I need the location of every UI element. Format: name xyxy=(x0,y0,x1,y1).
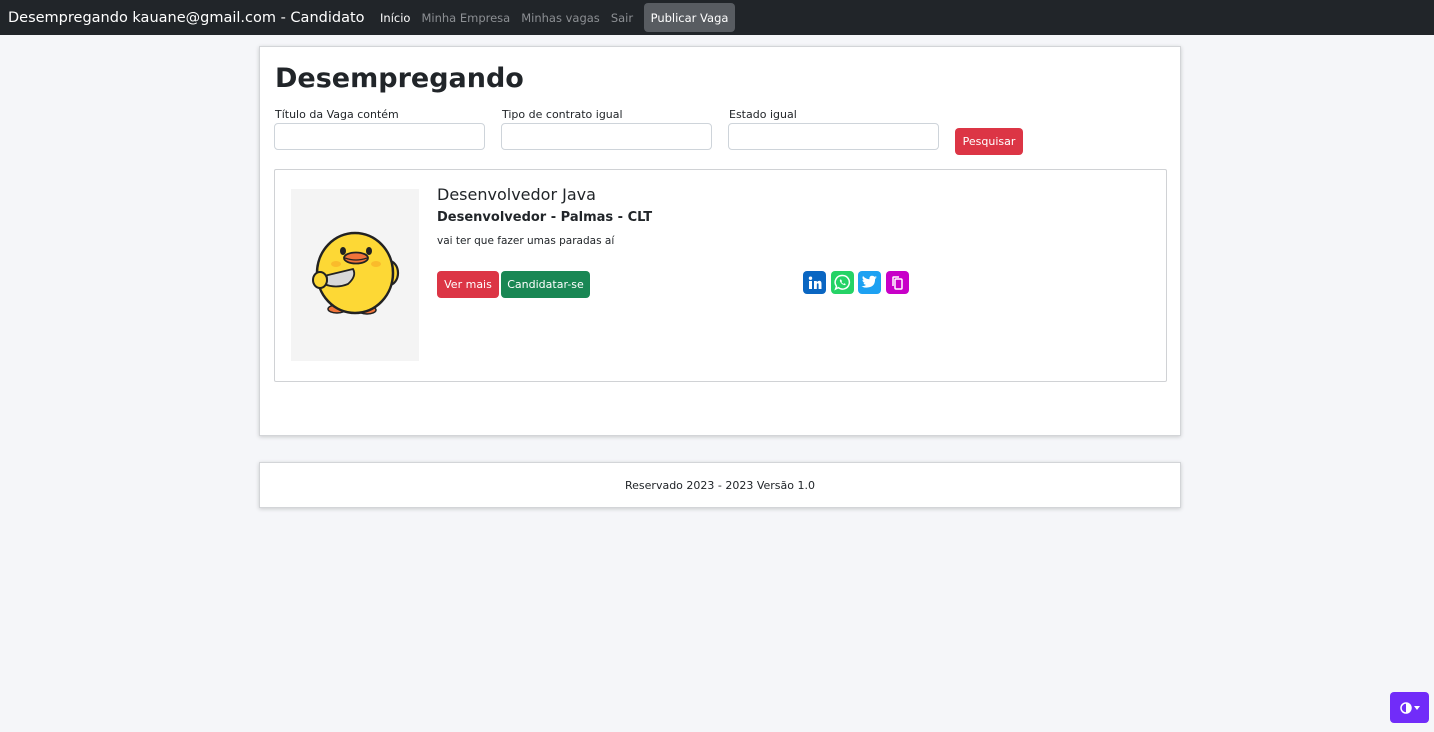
job-title-filter-input[interactable] xyxy=(274,123,485,150)
see-more-button[interactable]: Ver mais xyxy=(437,271,499,298)
whatsapp-icon[interactable] xyxy=(831,271,854,294)
linkedin-icon[interactable] xyxy=(803,271,826,294)
nav-link-sair[interactable]: Sair xyxy=(605,11,638,25)
job-description: vai ter que fazer umas paradas aí xyxy=(437,235,615,247)
job-image xyxy=(291,189,419,361)
state-filter-input[interactable] xyxy=(728,123,939,150)
job-subtitle: Desenvolvedor - Palmas - CLT xyxy=(437,210,653,225)
job-title-filter-label: Título da Vaga contém xyxy=(275,108,399,121)
contract-type-filter-input[interactable] xyxy=(501,123,712,150)
contract-type-filter-label: Tipo de contrato igual xyxy=(502,108,623,121)
state-filter-label: Estado igual xyxy=(729,108,797,121)
footer-text: Reservado 2023 - 2023 Versão 1.0 xyxy=(625,478,815,492)
main-card: Desempregando Título da Vaga contém Tipo… xyxy=(259,46,1181,436)
footer: Reservado 2023 - 2023 Versão 1.0 xyxy=(259,462,1181,508)
copy-icon[interactable] xyxy=(886,271,909,294)
theme-toggle-button[interactable] xyxy=(1390,692,1429,723)
nav-link-minhas-vagas[interactable]: Minhas vagas xyxy=(516,11,606,25)
navbar-brand[interactable]: Desempregando kauane@gmail.com - Candida… xyxy=(8,10,365,26)
apply-button[interactable]: Candidatar-se xyxy=(501,271,590,298)
twitter-icon[interactable] xyxy=(858,271,881,294)
nav-link-minha-empresa[interactable]: Minha Empresa xyxy=(416,11,516,25)
duck-with-knife-image xyxy=(312,231,400,315)
publish-job-button[interactable]: Publicar Vaga xyxy=(643,3,736,32)
job-card: Desenvolvedor Java Desenvolvedor - Palma… xyxy=(274,169,1167,382)
job-title: Desenvolvedor Java xyxy=(437,185,596,204)
page-title: Desempregando xyxy=(275,63,524,94)
contrast-icon xyxy=(1399,701,1412,714)
navbar: Desempregando kauane@gmail.com - Candida… xyxy=(0,0,1434,35)
search-button[interactable]: Pesquisar xyxy=(955,128,1023,155)
nav-link-inicio[interactable]: Início xyxy=(375,11,416,25)
caret-down-icon xyxy=(1413,705,1420,710)
